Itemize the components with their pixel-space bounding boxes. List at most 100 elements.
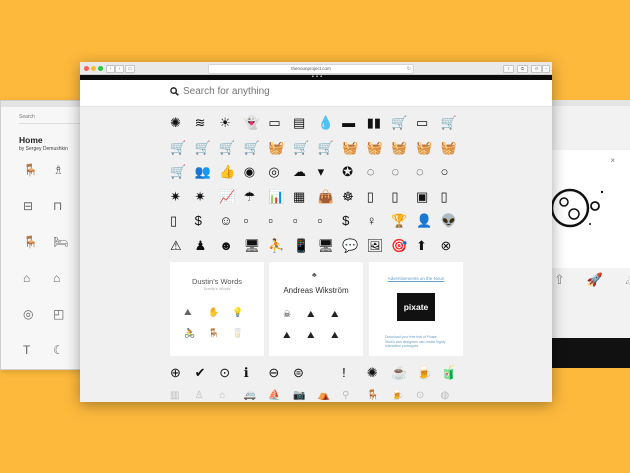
money-shield-icon[interactable]: $ xyxy=(195,213,220,238)
sidebar-toggle-button[interactable]: ▭ xyxy=(125,65,135,73)
ring-icon[interactable]: ◌ xyxy=(416,164,441,189)
clock-icon[interactable]: ◎ xyxy=(23,308,53,320)
arrow-left-circle-icon[interactable]: ⊖ xyxy=(268,365,293,380)
cabinet-icon[interactable]: ◰ xyxy=(53,308,83,320)
pixate-logo[interactable]: pixate xyxy=(397,293,435,321)
lamp-icon[interactable]: ♗ xyxy=(53,164,83,176)
drop-icon[interactable]: 💧 xyxy=(318,115,343,140)
target-person-icon[interactable]: 🎯 xyxy=(391,238,416,263)
robot-icon[interactable]: ☺ xyxy=(219,213,244,238)
person-icon[interactable]: ♀ xyxy=(367,213,392,238)
ad-text[interactable]: Download your free trial of Pixate Studi… xyxy=(385,335,447,349)
zoom-window-button[interactable] xyxy=(98,66,103,71)
battery-full-icon[interactable]: ▮▮ xyxy=(367,115,392,140)
van-icon[interactable]: 🚐 xyxy=(244,390,269,402)
money-phone-icon[interactable]: $ xyxy=(342,213,367,238)
square-dot-icon[interactable]: ▫ xyxy=(293,213,318,238)
close-icon[interactable]: × xyxy=(610,156,615,165)
battery-low-icon[interactable]: ▬ xyxy=(342,115,367,140)
camera-icon[interactable]: 📷 xyxy=(293,390,318,402)
chair-icon[interactable]: 🪑 xyxy=(367,390,392,402)
alien-icon[interactable]: 👽 xyxy=(441,213,466,238)
umbrella-icon[interactable]: ☂ xyxy=(244,189,269,214)
pin-icon[interactable]: ⚲ xyxy=(342,390,367,402)
house-icon[interactable]: ⌂ xyxy=(23,272,53,284)
collection-byline[interactable]: by Sergey Demushkin xyxy=(19,146,68,152)
left-search-input[interactable]: Search xyxy=(19,114,35,120)
basket-icon[interactable]: 🧺 xyxy=(416,140,441,165)
address-bar[interactable]: thenounproject.com ↻ xyxy=(208,64,414,74)
battery-outline-icon[interactable]: ▭ xyxy=(416,115,441,140)
search-input[interactable] xyxy=(183,86,503,97)
beer-icon[interactable]: 🍺 xyxy=(416,365,441,380)
user-icon[interactable]: 👤 xyxy=(416,213,441,238)
cart-icon[interactable]: 🛒 xyxy=(170,164,195,189)
square-dot-icon[interactable]: ▫ xyxy=(268,213,293,238)
chair-icon[interactable]: 🪑 xyxy=(23,164,53,176)
moon-icon[interactable]: ☾ xyxy=(53,344,83,356)
phone-icon[interactable]: ▯ xyxy=(441,189,466,214)
monitor-eye-icon[interactable]: 🖥 xyxy=(244,238,269,263)
forward-button[interactable]: › xyxy=(115,65,124,73)
info-circle-icon[interactable]: ℹ xyxy=(244,365,269,380)
picture-icon[interactable]: ▣ xyxy=(416,189,441,214)
sparkle-icon[interactable]: ✷ xyxy=(195,189,220,214)
back-button[interactable]: ‹ xyxy=(106,65,115,73)
ring-icon[interactable]: ◌ xyxy=(391,164,416,189)
cart-icon[interactable]: 🛒 xyxy=(293,140,318,165)
presenter-icon[interactable]: ⛹ xyxy=(268,238,293,263)
alert-circle-icon[interactable]: ! xyxy=(342,365,367,380)
alert-phone-icon[interactable]: ⚠ xyxy=(170,238,195,263)
thumbs-up-icon[interactable]: 👍 xyxy=(219,164,244,189)
line-chart-icon[interactable]: 📈 xyxy=(219,189,244,214)
gallery-icon[interactable]: 🖼 xyxy=(367,238,392,263)
phone-icon[interactable]: ▯ xyxy=(391,189,416,214)
arrow-up-icon[interactable]: ⇧ xyxy=(554,272,565,288)
tent-icon[interactable]: ⛺ xyxy=(318,390,343,402)
wheel-icon[interactable]: ☸ xyxy=(342,189,367,214)
check-circle-icon[interactable]: ✔ xyxy=(195,365,220,380)
close-window-button[interactable] xyxy=(84,66,89,71)
square-dot-icon[interactable]: ▫ xyxy=(318,213,343,238)
ghost-icon[interactable]: 👻 xyxy=(244,115,269,140)
close-circle-icon[interactable]: ⊗ xyxy=(441,238,466,263)
coffee-icon[interactable]: ☕ xyxy=(391,365,416,380)
heart-icon[interactable]: ▾ xyxy=(318,164,343,189)
dresser-icon[interactable]: ⊟ xyxy=(23,200,53,212)
cart-icon[interactable]: 🛒 xyxy=(195,140,220,165)
floor-lamp-icon[interactable]: T xyxy=(23,344,53,356)
drink-icon[interactable]: 🧃 xyxy=(441,365,466,380)
boat-icon[interactable]: ⛵ xyxy=(268,390,293,402)
phone-icon[interactable]: ▯ xyxy=(367,189,392,214)
mobile-icon[interactable]: 📱 xyxy=(293,238,318,263)
basket-icon[interactable]: 🧺 xyxy=(441,140,466,165)
table-icon[interactable]: ⊓ xyxy=(53,200,83,212)
square-dot-icon[interactable]: ▫ xyxy=(244,213,269,238)
face-icon[interactable]: ☻ xyxy=(219,238,244,263)
document-icon[interactable]: ▤ xyxy=(293,115,318,140)
basket-icon[interactable]: 🧺 xyxy=(367,140,392,165)
badge-icon[interactable]: ✪ xyxy=(342,164,367,189)
reload-icon[interactable]: ↻ xyxy=(407,65,411,73)
bar-chart-icon[interactable]: 📊 xyxy=(268,189,293,214)
ring-icon[interactable]: ◌ xyxy=(367,164,392,189)
bed-icon[interactable]: 🛏 xyxy=(53,236,83,248)
people-icon[interactable]: ♟ xyxy=(195,238,220,263)
basket-icon[interactable]: 🧺 xyxy=(391,140,416,165)
armchair-icon[interactable]: 🪑 xyxy=(23,236,53,248)
circle-icon[interactable]: ○ xyxy=(441,164,466,189)
target-icon[interactable]: ◎ xyxy=(268,164,293,189)
cart-icon[interactable]: 🛒 xyxy=(170,140,195,165)
aperture-icon[interactable]: ✺ xyxy=(367,365,392,380)
basket-icon[interactable]: 🧺 xyxy=(268,140,293,165)
new-tab-button[interactable]: + xyxy=(542,65,550,73)
basket-icon[interactable]: 🧺 xyxy=(342,140,367,165)
share-button[interactable]: ⇧ xyxy=(503,65,514,73)
settings-button[interactable]: ⚙ xyxy=(531,65,542,73)
phone-icon[interactable]: ▯ xyxy=(170,213,195,238)
minimize-window-button[interactable] xyxy=(91,66,96,71)
pawn-icon[interactable]: ♙ xyxy=(195,390,220,402)
home-icon[interactable]: ⌂ xyxy=(53,272,83,284)
aperture-icon[interactable]: ✺ xyxy=(170,115,195,140)
cart-icon[interactable]: 🛒 xyxy=(441,115,466,140)
